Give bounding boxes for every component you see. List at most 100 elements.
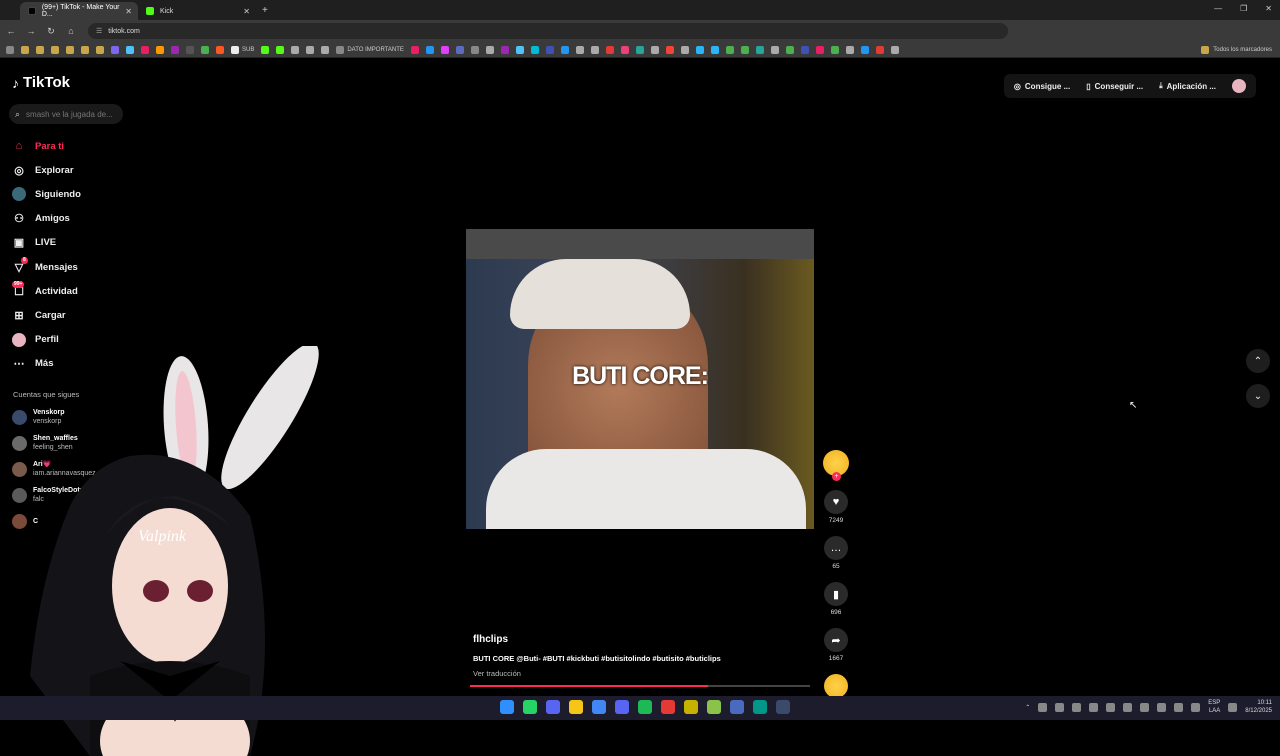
- site-info-icon[interactable]: ☰: [96, 27, 102, 35]
- bookmark-icon[interactable]: [455, 45, 464, 54]
- bookmark-icon[interactable]: [815, 45, 824, 54]
- tab-kick[interactable]: Kick ✕: [138, 2, 256, 20]
- video-player[interactable]: BUTI CORE:: [466, 229, 814, 529]
- video-description[interactable]: BUTI CORE @Buti- #BUTI #kickbuti #butisi…: [473, 654, 721, 663]
- sidebar-item-live[interactable]: ▣ LIVE: [12, 231, 122, 255]
- app-icon[interactable]: [707, 700, 721, 714]
- sidebar-item-explorar[interactable]: ◎ Explorar: [12, 158, 122, 182]
- bookmark-icon[interactable]: [141, 45, 149, 54]
- bookmark-icon[interactable]: [695, 45, 704, 54]
- bookmark-sub[interactable]: SUB: [231, 45, 254, 54]
- save-button[interactable]: ▮: [824, 582, 848, 606]
- comment-button[interactable]: …: [824, 536, 848, 560]
- home-browser-icon[interactable]: ⌂: [62, 26, 80, 36]
- bookmark-icon[interactable]: [710, 45, 719, 54]
- back-icon[interactable]: ←: [2, 26, 20, 36]
- bookmark-icon[interactable]: [800, 45, 809, 54]
- bookmark-dato[interactable]: DATO IMPORTANTE: [336, 45, 404, 54]
- clock[interactable]: 10:11 8/12/2025: [1245, 699, 1272, 715]
- sidebar-item-mensajes[interactable]: ▽ 8 Mensajes: [12, 255, 122, 279]
- tray-icon[interactable]: [1191, 702, 1201, 712]
- url-field[interactable]: ☰ tiktok.com: [88, 23, 1008, 39]
- bookmark-icon[interactable]: [575, 45, 584, 54]
- reload-icon[interactable]: ↻: [42, 26, 60, 37]
- sidebar-item-actividad[interactable]: ☐ 99+ Actividad: [12, 279, 122, 303]
- new-tab-icon[interactable]: +: [262, 2, 268, 20]
- music-disc-icon[interactable]: [824, 674, 848, 698]
- folder-icon[interactable]: [21, 45, 29, 54]
- bookmark-icon[interactable]: [590, 45, 599, 54]
- folder-icon[interactable]: [81, 45, 89, 54]
- search-box[interactable]: ⌕: [9, 104, 123, 124]
- app-icon[interactable]: [661, 700, 675, 714]
- chrome-icon[interactable]: [592, 700, 606, 714]
- tray-icon[interactable]: [1072, 702, 1082, 712]
- bookmark-icon[interactable]: [470, 45, 479, 54]
- tiktok-bookmark-icon[interactable]: [186, 45, 194, 54]
- bookmark-icon[interactable]: [830, 45, 839, 54]
- tray-icon[interactable]: [1140, 702, 1150, 712]
- bookmark-icon[interactable]: [306, 45, 315, 54]
- folder-icon[interactable]: [96, 45, 104, 54]
- sidebar-item-amigos[interactable]: ⚇ Amigos: [12, 207, 122, 231]
- bookmark-icon[interactable]: [635, 45, 644, 54]
- apps-icon[interactable]: [6, 45, 14, 54]
- bookmark-icon[interactable]: [440, 45, 449, 54]
- sidebar-item-cargar[interactable]: ⊞ Cargar: [12, 303, 122, 327]
- user-avatar[interactable]: [1232, 79, 1246, 93]
- sidebar-item-siguiendo[interactable]: Siguiendo: [12, 182, 122, 206]
- bookmark-icon[interactable]: [530, 45, 539, 54]
- bookmark-icon[interactable]: [321, 45, 330, 54]
- forward-icon[interactable]: →: [22, 26, 40, 36]
- next-video-button[interactable]: ⌄: [1246, 384, 1270, 408]
- bookmark-icon[interactable]: [156, 45, 164, 54]
- tray-icon[interactable]: [1038, 702, 1048, 712]
- bookmark-icon[interactable]: [291, 45, 300, 54]
- bookmark-icon[interactable]: [111, 45, 119, 54]
- bookmark-icon[interactable]: [171, 45, 179, 54]
- bookmark-icon[interactable]: [740, 45, 749, 54]
- bookmark-icon[interactable]: [785, 45, 794, 54]
- download-app-button[interactable]: ⤓ Aplicación ...: [1159, 81, 1216, 91]
- tray-icon[interactable]: [1123, 702, 1133, 712]
- restore-icon[interactable]: ❐: [1240, 4, 1247, 13]
- windows-start-icon[interactable]: [500, 700, 514, 714]
- close-window-icon[interactable]: ✕: [1265, 4, 1272, 13]
- close-tab-icon[interactable]: ✕: [125, 7, 132, 16]
- get-app-button[interactable]: ▯ Conseguir ...: [1086, 82, 1143, 91]
- network-icon[interactable]: [1228, 702, 1238, 712]
- folder-icon[interactable]: [36, 45, 44, 54]
- tiktok-logo[interactable]: ♪ TikTok: [12, 74, 70, 91]
- tray-icon[interactable]: [1055, 702, 1065, 712]
- creator-avatar[interactable]: +: [823, 450, 849, 481]
- bookmark-icon[interactable]: [126, 45, 134, 54]
- bookmark-icon[interactable]: [425, 45, 434, 54]
- kick-bookmark-icon[interactable]: [276, 45, 285, 54]
- tray-icon[interactable]: [1174, 702, 1184, 712]
- follow-plus-icon[interactable]: +: [832, 472, 841, 481]
- get-coins-button[interactable]: ◎ Consigue ...: [1014, 82, 1070, 91]
- kick-bookmark-icon[interactable]: [261, 45, 270, 54]
- app-icon[interactable]: [776, 700, 790, 714]
- bookmark-icon[interactable]: [725, 45, 734, 54]
- minimize-icon[interactable]: —: [1214, 4, 1222, 13]
- bookmark-icon[interactable]: [650, 45, 659, 54]
- whatsapp-icon[interactable]: [523, 700, 537, 714]
- bookmark-icon[interactable]: [665, 45, 674, 54]
- bookmark-icon[interactable]: [201, 45, 209, 54]
- bookmark-icon[interactable]: [890, 45, 899, 54]
- see-translation-link[interactable]: Ver traducción: [473, 669, 521, 678]
- like-button[interactable]: ♥: [824, 490, 848, 514]
- folder-icon[interactable]: [569, 700, 583, 714]
- close-tab-icon[interactable]: ✕: [243, 7, 250, 16]
- folder-icon[interactable]: [66, 45, 74, 54]
- bookmark-icon[interactable]: [545, 45, 554, 54]
- app-icon[interactable]: [684, 700, 698, 714]
- bookmark-icon[interactable]: [770, 45, 779, 54]
- discord-icon[interactable]: [615, 700, 629, 714]
- tray-icon[interactable]: [1157, 702, 1167, 712]
- bookmark-icon[interactable]: [485, 45, 494, 54]
- bookmark-icon[interactable]: [216, 45, 224, 54]
- bookmark-icon[interactable]: [605, 45, 614, 54]
- video-author[interactable]: flhclips: [473, 634, 508, 645]
